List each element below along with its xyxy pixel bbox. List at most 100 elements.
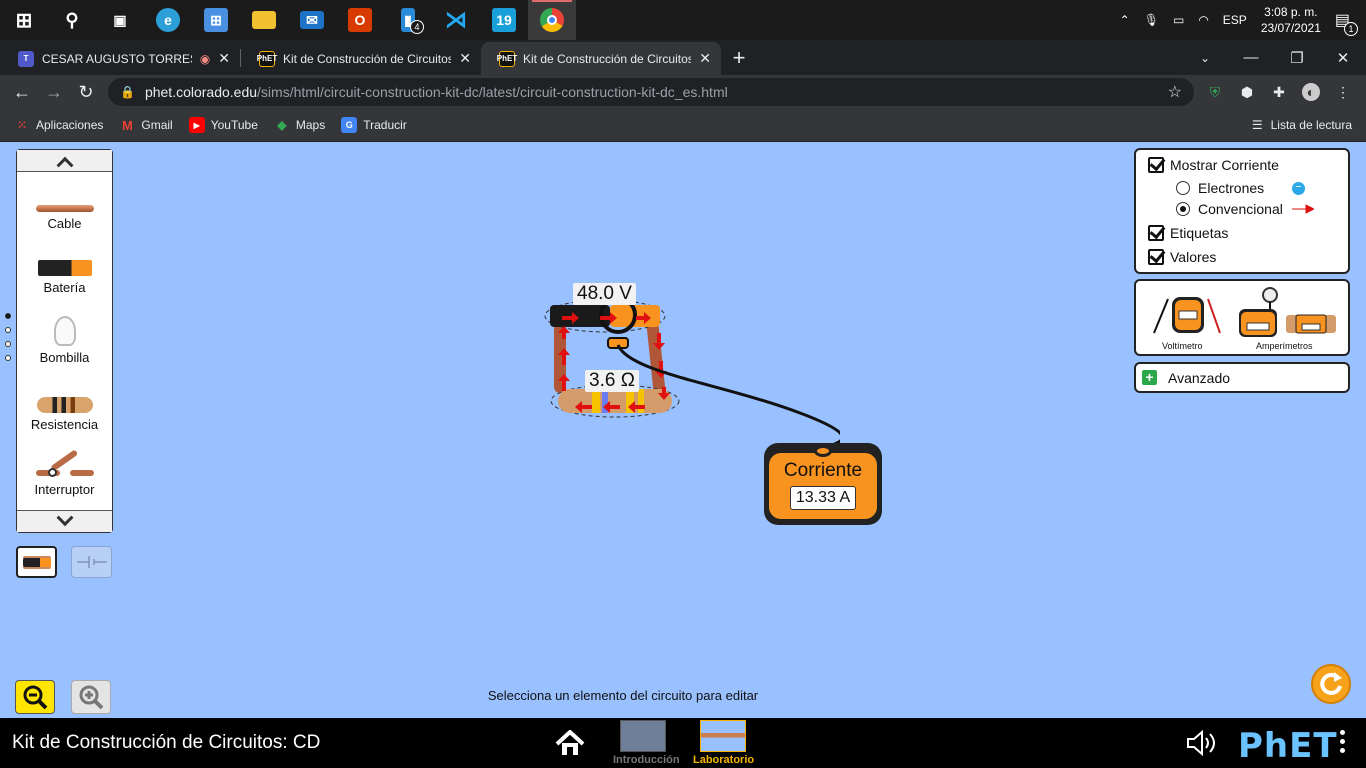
teams-icon: T bbox=[18, 50, 34, 67]
task-view-button[interactable]: ▣ bbox=[96, 0, 144, 40]
advanced-panel[interactable]: + Avanzado bbox=[1134, 362, 1350, 393]
reset-icon bbox=[1320, 672, 1342, 695]
toolbox-lightbulb[interactable]: Bombilla bbox=[17, 316, 112, 365]
voltmeter-icon[interactable] bbox=[1150, 289, 1224, 337]
url-path: /sims/html/circuit-construction-kit-dc/l… bbox=[257, 84, 728, 100]
bookmark-youtube[interactable]: ▶ YouTube bbox=[188, 117, 258, 133]
taskbar-file-explorer[interactable] bbox=[240, 0, 288, 40]
close-window-icon[interactable]: ✕ bbox=[1320, 49, 1366, 67]
phet-menu-icon[interactable] bbox=[1340, 730, 1345, 753]
taskbar-phone[interactable]: ▮ 4 bbox=[384, 0, 432, 40]
back-icon[interactable]: ← bbox=[6, 82, 38, 103]
address-bar[interactable]: 🔒 phet.colorado.edu/sims/html/circuit-co… bbox=[108, 78, 1194, 106]
page-dot[interactable] bbox=[5, 313, 11, 319]
battery-icon bbox=[22, 557, 51, 567]
reading-list-label: Lista de lectura bbox=[1270, 118, 1352, 132]
bookmark-translate[interactable]: G Traducir bbox=[341, 117, 407, 133]
restore-icon[interactable]: ❐ bbox=[1274, 49, 1320, 67]
toolbox-resistor[interactable]: Resistencia bbox=[17, 397, 112, 432]
bookmark-gmail[interactable]: M Gmail bbox=[119, 117, 173, 133]
bookmark-apps[interactable]: ⁙ Aplicaciones bbox=[14, 117, 103, 133]
lifelike-view-button[interactable] bbox=[16, 546, 57, 578]
forward-icon[interactable]: → bbox=[38, 82, 70, 103]
close-tab-icon[interactable]: ✕ bbox=[459, 50, 471, 67]
ammeter-icons[interactable] bbox=[1236, 285, 1340, 339]
taskbar-vscode[interactable]: ⋊ bbox=[432, 0, 480, 40]
ammeter-probe[interactable]: Corriente 13.33 A bbox=[764, 443, 882, 525]
profile-avatar[interactable]: ◐ bbox=[1302, 83, 1320, 101]
edge-icon: e bbox=[156, 8, 180, 32]
taskbar-edge[interactable]: e bbox=[144, 0, 192, 40]
conventional-radio[interactable]: Convencional bbox=[1176, 201, 1314, 217]
show-current-checkbox[interactable]: Mostrar Corriente bbox=[1148, 157, 1279, 173]
chevron-up-icon[interactable]: ⌃ bbox=[1120, 13, 1130, 27]
search-button[interactable]: ⚲ bbox=[48, 0, 96, 40]
page-dot[interactable] bbox=[5, 327, 11, 333]
screen-tab-label: Introducción bbox=[613, 754, 680, 766]
ammeters-label: Amperímetros bbox=[1256, 341, 1313, 351]
tab-search-icon[interactable]: ⌄ bbox=[1182, 51, 1228, 65]
vscode-icon: ⋊ bbox=[445, 7, 467, 32]
microphone-icon[interactable]: 🎙 bbox=[1144, 13, 1159, 27]
toolbox-wire[interactable]: Cable bbox=[17, 205, 112, 231]
component-toolbox: Cable Batería Bombilla Resistencia Inter… bbox=[16, 149, 113, 533]
phet-logo[interactable]: PhET bbox=[1238, 726, 1338, 766]
schematic-battery-icon bbox=[76, 556, 107, 568]
toolbox-battery[interactable]: Batería bbox=[17, 260, 112, 295]
start-button[interactable]: ⊞ bbox=[0, 0, 48, 40]
browser-tab-phet-1[interactable]: PhET Kit de Construcción de Circuitos: ✕ bbox=[241, 42, 481, 75]
reading-list-button[interactable]: ☰ Lista de lectura bbox=[1252, 118, 1352, 132]
taskbar-chrome[interactable] bbox=[528, 0, 576, 40]
page-dot[interactable] bbox=[5, 341, 11, 347]
resistance-label[interactable]: 3.6 Ω bbox=[585, 370, 639, 392]
checkbox-label: Valores bbox=[1170, 249, 1217, 265]
bookmarks-bar: ⁙ Aplicaciones M Gmail ▶ YouTube ◆ Maps G Tra… bbox=[0, 109, 1366, 142]
clock[interactable]: 3:08 p. m. 23/07/2021 bbox=[1261, 4, 1321, 36]
app-19-icon: 19 bbox=[492, 8, 516, 32]
speaker-icon[interactable] bbox=[1186, 730, 1220, 756]
close-tab-icon[interactable]: ✕ bbox=[218, 50, 230, 67]
labels-checkbox[interactable]: Etiquetas bbox=[1148, 225, 1228, 241]
minimize-icon[interactable]: — bbox=[1228, 49, 1274, 66]
toolbox-scroll-up-button[interactable] bbox=[17, 150, 112, 174]
shield-extension-icon[interactable]: ⛨ bbox=[1206, 83, 1224, 101]
page-dot[interactable] bbox=[5, 355, 11, 361]
toolbox-switch[interactable]: Interruptor bbox=[17, 449, 112, 497]
cube-extension-icon[interactable]: ⬢ bbox=[1238, 83, 1256, 101]
browser-tab-teams[interactable]: T CESAR AUGUSTO TORRES OI ◉ ✕ bbox=[0, 42, 240, 75]
taskbar-office[interactable]: O bbox=[336, 0, 384, 40]
electrons-radio[interactable]: Electrones − bbox=[1176, 180, 1305, 196]
taskbar-app-19[interactable]: 19 bbox=[480, 0, 528, 40]
notification-count: 1 bbox=[1344, 22, 1358, 36]
schematic-view-button[interactable] bbox=[71, 546, 112, 578]
ammeter-caption: Corriente bbox=[783, 460, 863, 481]
taskbar-store[interactable]: ⊞ bbox=[192, 0, 240, 40]
battery-icon[interactable]: ▭ bbox=[1173, 13, 1184, 27]
wifi-icon[interactable]: ◠ bbox=[1198, 13, 1208, 27]
menu-kebab-icon[interactable]: ⋮ bbox=[1334, 83, 1352, 101]
gmail-icon: M bbox=[121, 117, 133, 133]
reset-all-button[interactable] bbox=[1311, 664, 1351, 704]
clock-time: 3:08 p. m. bbox=[1264, 5, 1318, 19]
notifications-icon[interactable]: ▤ 1 bbox=[1335, 10, 1358, 36]
expand-plus-icon[interactable]: + bbox=[1142, 370, 1157, 385]
new-tab-button[interactable]: + bbox=[721, 45, 757, 71]
close-tab-icon[interactable]: ✕ bbox=[699, 50, 711, 67]
taskbar-mail[interactable]: ✉ bbox=[288, 0, 336, 40]
values-checkbox[interactable]: Valores bbox=[1148, 249, 1216, 265]
screen-tab-intro[interactable]: Introducción bbox=[613, 720, 680, 766]
reload-icon[interactable]: ↻ bbox=[70, 82, 102, 103]
checkbox-checked bbox=[1148, 157, 1164, 173]
bookmark-label: Aplicaciones bbox=[36, 118, 104, 132]
bookmark-star-icon[interactable]: ☆ bbox=[1168, 82, 1182, 102]
lock-icon[interactable]: 🔒 bbox=[120, 85, 135, 99]
bookmark-maps[interactable]: ◆ Maps bbox=[274, 117, 325, 133]
battery-voltage-label[interactable]: 48.0 V bbox=[573, 283, 636, 305]
home-icon[interactable] bbox=[555, 730, 585, 756]
screen-tab-lab[interactable]: Laboratorio bbox=[693, 720, 754, 766]
toolbox-scroll-down-button[interactable] bbox=[17, 508, 112, 532]
browser-tab-phet-2[interactable]: PhET Kit de Construcción de Circuitos: ✕ bbox=[481, 42, 721, 75]
puzzle-icon[interactable]: ✚ bbox=[1270, 83, 1288, 101]
language-indicator[interactable]: ESP bbox=[1223, 13, 1247, 27]
toolbox-label: Batería bbox=[43, 280, 86, 295]
